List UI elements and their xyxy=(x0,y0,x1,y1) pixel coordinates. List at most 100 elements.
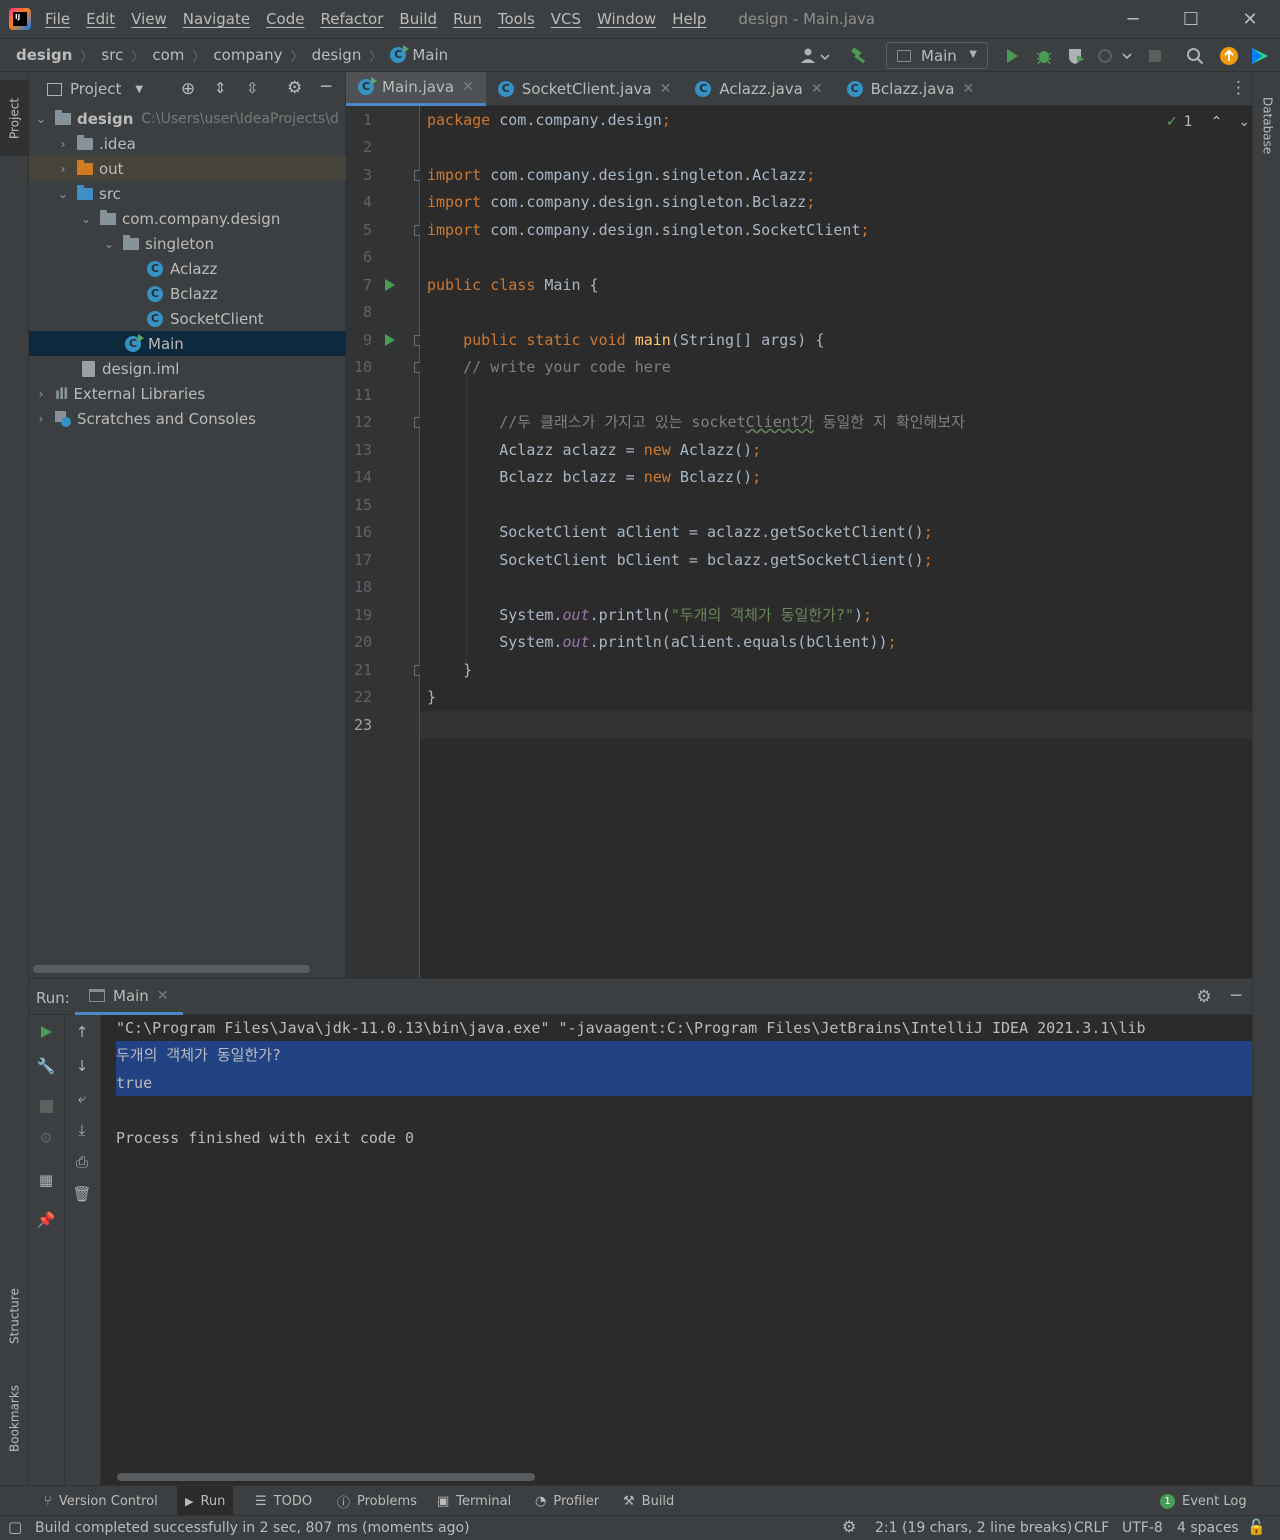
tool-build[interactable]: ⚒ Build xyxy=(619,1486,678,1516)
code-with-me-icon[interactable] xyxy=(1249,45,1271,67)
tool-problems[interactable]: ⓘ Problems xyxy=(333,1486,421,1516)
tree-item-out[interactable]: › out xyxy=(29,156,346,181)
close-icon[interactable]: ✕ xyxy=(660,81,672,97)
tree-item-design-iml[interactable]: design.iml xyxy=(29,356,346,381)
tree-item-singleton[interactable]: ⌄ singleton xyxy=(29,231,346,256)
editor-gutter[interactable]: 1 2 3 4 5 6 7 8 9 10 11 12 13 14 15 16 1… xyxy=(346,106,424,978)
tool-event-log[interactable]: 1 Event Log xyxy=(1156,1486,1251,1516)
chevron-down-icon[interactable]: ⌄ xyxy=(1238,114,1250,130)
tab-socketclient-java[interactable]: C SocketClient.java ✕ xyxy=(486,72,684,106)
trash-icon[interactable]: 🗑 xyxy=(71,1183,93,1205)
chevron-down-icon[interactable]: ⌄ xyxy=(55,187,71,201)
breadcrumb-main[interactable]: C Main xyxy=(390,45,448,64)
lock-icon[interactable]: 🔓 xyxy=(1247,1518,1266,1536)
tree-item-scratches[interactable]: › Scratches and Consoles xyxy=(29,406,346,431)
tab-bclazz-java[interactable]: C Bclazz.java ✕ xyxy=(835,72,987,106)
pin-icon[interactable]: 📌 xyxy=(35,1209,57,1231)
menu-help[interactable]: Help xyxy=(672,10,706,28)
debug-icon[interactable] xyxy=(1033,45,1055,67)
print-icon[interactable]: ⎙ xyxy=(71,1151,93,1173)
chevron-down-icon[interactable]: ⌄ xyxy=(101,237,117,251)
arrow-up-icon[interactable]: ↑ xyxy=(71,1021,93,1043)
tree-item-com-company-design[interactable]: ⌄ com.company.design xyxy=(29,206,346,231)
horizontal-scrollbar[interactable] xyxy=(33,965,310,973)
tool-profiler[interactable]: ◔ Profiler xyxy=(531,1486,603,1516)
stop-icon[interactable] xyxy=(1144,45,1166,67)
hide-panel-icon[interactable]: ─ xyxy=(1225,985,1247,1007)
tool-run[interactable]: ▶ Run xyxy=(177,1486,234,1516)
breadcrumb-company[interactable]: company xyxy=(213,46,282,64)
update-icon[interactable] xyxy=(1218,45,1240,67)
menu-run[interactable]: Run xyxy=(453,10,482,28)
chevron-down-icon[interactable]: ▼ xyxy=(135,84,143,95)
coverage-icon[interactable] xyxy=(1065,45,1087,67)
horizontal-scrollbar[interactable] xyxy=(117,1473,535,1481)
tree-item-idea[interactable]: › .idea xyxy=(29,131,346,156)
file-encoding[interactable]: UTF-8 xyxy=(1122,1520,1163,1536)
project-side-tab[interactable]: Project xyxy=(0,80,29,156)
menu-code[interactable]: Code xyxy=(266,10,304,28)
arrow-down-icon[interactable]: ↓ xyxy=(71,1055,93,1077)
expand-all-icon[interactable]: ⇕ xyxy=(214,79,227,97)
structure-side-tab[interactable]: Structure xyxy=(0,1270,29,1362)
menu-edit[interactable]: Edit xyxy=(86,10,115,28)
chevron-up-icon[interactable]: ⌃ xyxy=(1211,114,1223,130)
layout-icon[interactable]: ▦ xyxy=(35,1169,57,1191)
tree-item-src[interactable]: ⌄ src xyxy=(29,181,346,206)
run-icon[interactable] xyxy=(1001,45,1023,67)
chevron-down-icon[interactable]: ⌄ xyxy=(78,212,94,226)
close-icon[interactable]: ✕ xyxy=(462,79,474,95)
close-icon[interactable]: ✕ xyxy=(962,81,974,97)
tree-item-main[interactable]: C Main xyxy=(29,331,346,356)
breadcrumb-com[interactable]: com xyxy=(152,46,184,64)
locate-icon[interactable]: ⊕ xyxy=(181,79,195,99)
caret-position[interactable]: 2:1 (19 chars, 2 line breaks) xyxy=(875,1520,1072,1536)
stop-icon[interactable] xyxy=(35,1095,57,1117)
chevron-right-icon[interactable]: › xyxy=(33,387,49,401)
chevron-right-icon[interactable]: › xyxy=(55,137,71,151)
close-window-icon[interactable]: ✕ xyxy=(1221,0,1279,38)
soft-wrap-icon[interactable]: ⤶ xyxy=(71,1087,93,1109)
indent-setting[interactable]: 4 spaces xyxy=(1177,1520,1239,1536)
close-icon[interactable]: ✕ xyxy=(157,988,169,1004)
hide-panel-icon[interactable]: ─ xyxy=(321,77,331,97)
tree-item-external-libraries[interactable]: › ıll External Libraries xyxy=(29,381,346,406)
rerun-icon[interactable] xyxy=(35,1021,57,1043)
restore-layout-icon[interactable]: ⚙ xyxy=(35,1127,57,1149)
menu-build[interactable]: Build xyxy=(399,10,437,28)
line-separator[interactable]: CRLF xyxy=(1074,1520,1109,1536)
project-view-select[interactable]: Project xyxy=(70,80,121,98)
run-main-gutter-icon[interactable] xyxy=(385,334,395,346)
database-side-tab[interactable]: Database xyxy=(1253,80,1280,172)
tab-aclazz-java[interactable]: C Aclazz.java ✕ xyxy=(683,72,834,106)
scroll-to-end-icon[interactable]: ⤓ xyxy=(71,1119,93,1141)
menu-tools[interactable]: Tools xyxy=(498,10,535,28)
inspection-widget[interactable]: ✓ 1 ⌃ ⌄ xyxy=(1166,114,1250,130)
more-tabs-icon[interactable]: ⋮ xyxy=(1230,78,1247,98)
breadcrumb-design[interactable]: design xyxy=(16,46,72,64)
minimize-icon[interactable]: ─ xyxy=(1104,0,1162,38)
menu-window[interactable]: Window xyxy=(597,10,656,28)
chevron-down-icon[interactable]: ⌄ xyxy=(33,112,49,126)
tree-item-design[interactable]: ⌄ design C:\Users\user\IdeaProjects\d xyxy=(29,106,346,131)
toggle-tool-windows-icon[interactable]: ▢ xyxy=(8,1518,22,1536)
maximize-icon[interactable]: ☐ xyxy=(1162,0,1220,38)
console-output[interactable]: "C:\Program Files\Java\jdk-11.0.13\bin\j… xyxy=(101,1015,1252,1486)
menu-vcs[interactable]: VCS xyxy=(551,10,581,28)
status-message[interactable]: Build completed successfully in 2 sec, 8… xyxy=(35,1520,470,1536)
menu-view[interactable]: View xyxy=(131,10,167,28)
tool-terminal[interactable]: ▣ Terminal xyxy=(433,1486,515,1516)
run-class-gutter-icon[interactable] xyxy=(385,279,395,291)
tree-item-aclazz[interactable]: C Aclazz xyxy=(29,256,346,281)
run-tab-main[interactable]: Main ✕ xyxy=(75,979,183,1015)
menu-navigate[interactable]: Navigate xyxy=(183,10,250,28)
tool-todo[interactable]: ☰ TODO xyxy=(251,1486,316,1516)
account-icon[interactable] xyxy=(798,45,832,67)
collapse-all-icon[interactable]: ⇳ xyxy=(246,79,259,97)
tree-item-socketclient[interactable]: C SocketClient xyxy=(29,306,346,331)
breadcrumb-src[interactable]: src xyxy=(101,46,123,64)
menu-file[interactable]: File xyxy=(45,10,70,28)
run-configuration-select[interactable]: Main ▼ xyxy=(886,42,988,69)
background-tasks-icon[interactable]: ⚙ xyxy=(842,1517,856,1536)
chevron-right-icon[interactable]: › xyxy=(33,412,49,426)
